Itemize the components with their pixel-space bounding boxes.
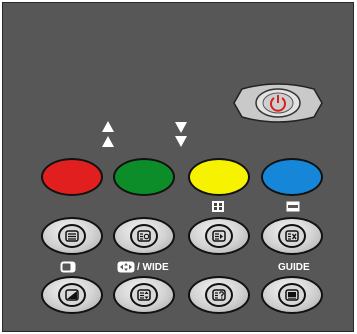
guide-button[interactable] bbox=[261, 276, 323, 314]
yellow-button[interactable] bbox=[188, 158, 250, 196]
guide-label: GUIDE bbox=[278, 262, 310, 273]
remote-control-panel: / WIDE GUIDE bbox=[2, 2, 354, 332]
teletext-clock-button[interactable] bbox=[113, 217, 175, 255]
picture-in-picture-icon bbox=[212, 201, 224, 212]
teletext-mix-icon bbox=[58, 283, 86, 307]
red-button[interactable] bbox=[41, 158, 103, 196]
power-button[interactable] bbox=[232, 81, 324, 125]
green-button[interactable] bbox=[113, 158, 175, 196]
teletext-icon bbox=[58, 224, 86, 248]
teletext-index-icon bbox=[205, 224, 233, 248]
teletext-size-icon bbox=[130, 283, 158, 307]
blue-button[interactable] bbox=[261, 158, 323, 196]
teletext-mix-button[interactable] bbox=[41, 276, 103, 314]
teletext-index-button[interactable] bbox=[188, 217, 250, 255]
subtitle-bar-icon bbox=[286, 201, 300, 212]
teletext-cancel-button[interactable] bbox=[261, 217, 323, 255]
guide-icon bbox=[278, 283, 306, 307]
power-icon bbox=[269, 93, 287, 113]
teletext-clock-icon bbox=[130, 224, 158, 248]
teletext-reveal-button[interactable] bbox=[188, 276, 250, 314]
page-up-icon bbox=[100, 120, 116, 150]
mix-indicator-icon bbox=[60, 261, 76, 273]
teletext-size-button[interactable] bbox=[113, 276, 175, 314]
teletext-cancel-icon bbox=[278, 224, 306, 248]
zoom-wide-icon bbox=[117, 261, 135, 273]
wide-label: / WIDE bbox=[137, 262, 169, 273]
teletext-button[interactable] bbox=[41, 217, 103, 255]
page-down-icon bbox=[173, 120, 189, 150]
teletext-reveal-icon bbox=[205, 283, 233, 307]
